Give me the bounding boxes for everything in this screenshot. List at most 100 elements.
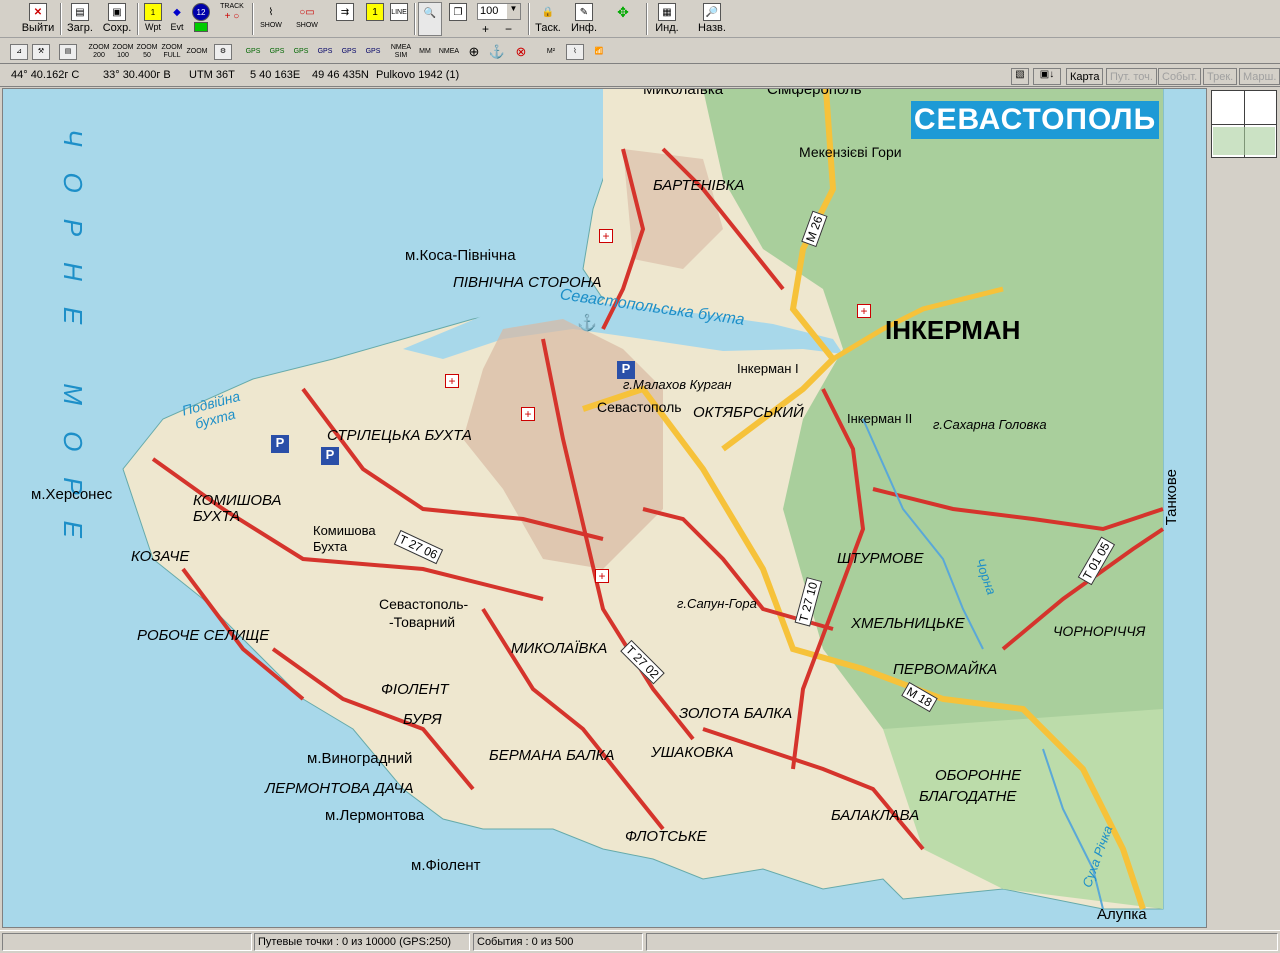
track-button[interactable]: TRACK + ○ — [216, 2, 248, 36]
hospital-icon: + — [445, 374, 459, 388]
map-title-banner: СЕВАСТОПОЛЬ — [911, 101, 1159, 139]
names-button[interactable]: 🔎 Назв. — [694, 2, 730, 36]
easting: 5 40 163E — [250, 69, 301, 81]
toolbar-separator — [60, 3, 62, 35]
kozache-label: КОЗАЧЕ — [131, 548, 190, 565]
profile-button[interactable]: ⌇ — [564, 42, 586, 62]
oktyabrsky-label: ОКТЯБРСЬКИЙ — [693, 404, 804, 421]
gps-button-6[interactable]: GPS — [362, 42, 384, 62]
map-view[interactable]: СЕВАСТОПОЛЬ ЧОРНЕ МОРЕ Севастопольська б… — [2, 88, 1207, 928]
status-panel-right — [646, 933, 1278, 951]
mm-button[interactable]: MM — [414, 42, 436, 62]
lock-icon: 🔒 — [541, 6, 555, 18]
print-icon: ▤ — [59, 44, 77, 60]
line-button[interactable]: LINE — [388, 2, 410, 36]
chevron-down-icon[interactable]: ▼ — [507, 4, 520, 19]
fiolent-label: ФІОЛЕНТ — [381, 681, 449, 698]
gps-button-1[interactable]: GPS — [242, 42, 264, 62]
tovarny-label-1: Севастополь- — [379, 596, 469, 612]
komyshova-label: КОМИШОВА БУХТА — [193, 492, 282, 525]
save-map-button[interactable]: ▣↓ — [1033, 68, 1061, 85]
tovarny-label-2: -Товарний — [389, 614, 456, 630]
layer-button[interactable]: 1 — [364, 2, 386, 36]
line-icon: LINE — [390, 3, 408, 21]
robochie-label: РОБОЧЕ СЕЛИЩЕ — [137, 627, 270, 644]
shturmove-label: ШТУРМОВЕ — [837, 550, 924, 567]
measure-button[interactable]: ⊿ — [8, 42, 30, 62]
diamond-icon: ◆ — [173, 6, 181, 18]
show-track-button[interactable]: ⌇ SHOW — [255, 2, 287, 36]
gps-settings-button[interactable]: ⚙ — [212, 42, 234, 62]
area-button[interactable]: M² — [540, 42, 562, 62]
gps-button-4[interactable]: GPS — [314, 42, 336, 62]
task-button[interactable]: 🔒 Таск. — [531, 2, 565, 36]
print-button[interactable]: ▤ — [57, 42, 79, 62]
nmea-button[interactable]: NMEA — [438, 42, 460, 62]
save-button[interactable]: ▣ Сохр. — [100, 2, 134, 36]
show-points-button[interactable]: ○▭ SHOW — [291, 2, 323, 36]
inkerman2-label: Інкерман ІІ — [847, 411, 913, 426]
lermontova-label: м.Лермонтова — [325, 807, 425, 824]
tools-button[interactable]: ⚒ — [30, 42, 52, 62]
overview-minimap[interactable] — [1211, 90, 1277, 158]
kosa-label: м.Коса-Північна — [405, 247, 516, 264]
crosshair-button[interactable]: ⊕ — [463, 42, 485, 62]
tab-waypoints[interactable]: Пут. точ. — [1106, 68, 1157, 85]
strilecka-label: СТРІЛЕЦЬКА БУХТА — [327, 427, 472, 444]
hospital-icon: + — [857, 304, 871, 318]
zoom-in-icon[interactable]: + — [482, 22, 489, 36]
arrows-icon: ✥ — [617, 3, 629, 20]
zoom-tool-button[interactable]: 🔍 — [418, 2, 442, 36]
gps-button-3[interactable]: GPS — [290, 42, 312, 62]
utm-zone: UTM 36T — [189, 69, 235, 81]
zolota-label: ЗОЛОТА БАЛКА — [679, 705, 793, 722]
burya-label: БУРЯ — [403, 711, 442, 728]
tab-tracks[interactable]: Трек. — [1203, 68, 1238, 85]
zoom-out-icon[interactable]: − — [505, 22, 512, 36]
tankove-label: Танкове — [1163, 469, 1180, 526]
tab-routes[interactable]: Марш. — [1239, 68, 1280, 85]
map-image-button[interactable]: ▧ — [1011, 68, 1029, 85]
windows-button[interactable]: ❐ — [446, 2, 470, 36]
load-button[interactable]: ▤ Загр. — [63, 2, 97, 36]
exit-button[interactable]: ✕ Выйти — [18, 2, 58, 36]
zoom-full-button[interactable]: ZOOM FULL — [160, 42, 184, 62]
map-canvas — [3, 89, 1206, 927]
floppy-icon: ▣ — [108, 3, 126, 21]
info-button[interactable]: ✎ Инф. — [568, 2, 600, 36]
lermontova-dacha-label: ЛЕРМОНТОВА ДАЧА — [265, 780, 414, 797]
waypoint-button[interactable]: 1 Wpt — [142, 2, 164, 36]
zoom-200-button[interactable]: ZOOM 200 — [88, 42, 110, 62]
event-button[interactable]: ◆ Evt — [166, 2, 188, 36]
gps-button-5[interactable]: GPS — [338, 42, 360, 62]
khersones-label: м.Херсонес — [31, 486, 113, 503]
datum: Pulkovo 1942 (1) — [376, 69, 460, 81]
gps-button-2[interactable]: GPS — [266, 42, 288, 62]
inkerman1-label: Інкерман І — [737, 361, 799, 376]
longitude: 33° 30.400г В — [103, 69, 171, 81]
stop-button[interactable]: ⊗ — [510, 42, 532, 62]
names-icon: 🔎 — [703, 3, 721, 21]
minimap-divider — [1212, 124, 1276, 125]
tab-map[interactable]: Карта — [1066, 68, 1104, 85]
zoom-50-button[interactable]: ZOOM 50 — [136, 42, 158, 62]
hospital-icon: + — [521, 407, 535, 421]
index-button[interactable]: ▦ Инд. — [650, 2, 684, 36]
navigation-arrows[interactable]: ✥ — [605, 2, 641, 36]
main-toolbar: ✕ Выйти ▤ Загр. ▣ Сохр. 1 Wpt ◆ Evt 12 T… — [0, 0, 1280, 38]
route-show-button[interactable]: ⇉ — [330, 2, 360, 36]
number-badge-button[interactable]: 12 — [190, 2, 212, 36]
tab-events[interactable]: Событ. — [1158, 68, 1202, 85]
measure-icon: ⊿ — [10, 44, 28, 60]
anchor-button[interactable]: ⚓ — [486, 42, 508, 62]
mykolaivka-top-label: Миколаївка — [643, 88, 724, 98]
zoom-select[interactable]: 100 ▼ — [477, 3, 521, 20]
signal-button[interactable]: 📶 — [588, 42, 610, 62]
toolbar-separator — [414, 3, 416, 35]
minimap-thumbnail — [1213, 127, 1275, 155]
zoom-100-button[interactable]: ZOOM 100 — [112, 42, 134, 62]
index-icon: ▦ — [658, 3, 676, 21]
zoom-grid-button[interactable]: ZOOM — [186, 42, 208, 62]
khmelnytske-label: ХМЕЛЬНИЦЬКЕ — [851, 615, 965, 632]
nmea-sim-button[interactable]: NMEA SIM — [390, 42, 412, 62]
